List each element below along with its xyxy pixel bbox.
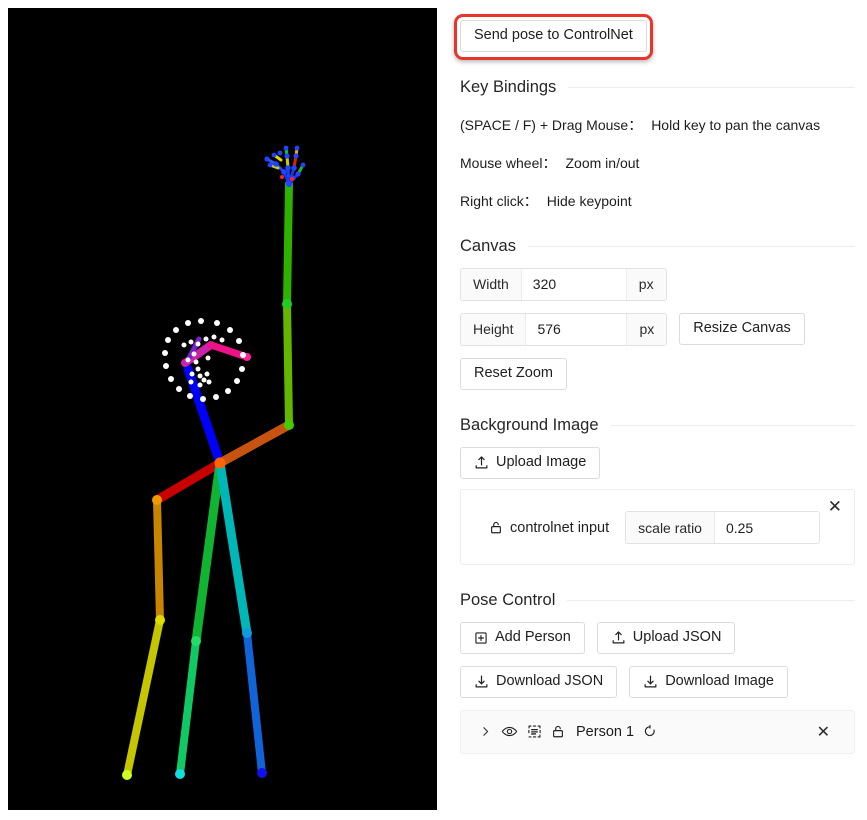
binding-separator: ： <box>628 116 643 133</box>
pose-actions-row-2: Download JSON Download Image <box>460 665 855 698</box>
canvas-header: Canvas <box>460 237 855 256</box>
binding-separator: ： <box>542 154 557 171</box>
upload-icon <box>474 455 489 470</box>
binding-separator: ： <box>523 192 538 209</box>
key-bindings-header: Key Bindings <box>460 78 855 97</box>
group-select-icon[interactable] <box>527 724 542 739</box>
upload-json-label: Upload JSON <box>632 628 722 645</box>
upload-image-row: Upload Image <box>460 446 855 479</box>
canvas-height-row: Height px Resize Canvas <box>460 312 855 346</box>
section-title: Key Bindings <box>460 77 557 96</box>
section-title: Pose Control <box>460 590 556 609</box>
person-list-item[interactable]: Person 1 ✕ <box>460 709 855 754</box>
width-input-group: Width px <box>460 267 667 301</box>
height-label: Height <box>461 313 527 345</box>
key-binding-row: Right click： Hide keypoint <box>460 191 855 211</box>
remove-background-image-button[interactable]: ✕ <box>826 496 844 517</box>
scale-ratio-input[interactable] <box>714 512 819 544</box>
key-bindings-list: (SPACE / F) + Drag Mouse： Hold key to pan… <box>460 115 855 211</box>
person-name: Person 1 <box>576 723 635 740</box>
canvas-height-input[interactable] <box>526 313 627 345</box>
key-binding-row: Mouse wheel： Zoom in/out <box>460 153 855 173</box>
binding-key: Right click <box>460 192 524 209</box>
upload-image-button[interactable]: Upload Image <box>460 446 601 479</box>
height-unit: px <box>626 313 667 345</box>
send-pose-wrapper: Send pose to ControlNet <box>454 14 653 60</box>
download-icon <box>643 674 658 689</box>
chevron-right-icon[interactable] <box>479 724 492 739</box>
section-title: Background Image <box>460 415 599 434</box>
plus-square-icon <box>474 631 488 645</box>
control-panel: Send pose to ControlNet Key Bindings (SP… <box>452 0 867 820</box>
scale-ratio-group: scale ratio <box>625 511 820 545</box>
binding-value: Hold key to pan the canvas <box>651 116 821 133</box>
upload-json-button[interactable]: Upload JSON <box>596 621 736 654</box>
download-image-button[interactable]: Download Image <box>629 665 789 698</box>
binding-key: (SPACE / F) + Drag Mouse <box>460 116 629 133</box>
pose-control-header: Pose Control <box>460 591 855 610</box>
pose-skeleton <box>8 8 437 810</box>
canvas-background <box>8 8 437 810</box>
add-person-button[interactable]: Add Person <box>460 621 585 654</box>
send-pose-to-controlnet-button[interactable]: Send pose to ControlNet <box>460 20 647 52</box>
pose-actions-row-1: Add Person Upload JSON <box>460 621 855 654</box>
width-unit: px <box>625 268 666 300</box>
divider <box>527 245 855 247</box>
divider <box>610 424 855 426</box>
remove-person-button[interactable]: ✕ <box>811 721 836 743</box>
section-title: Canvas <box>460 236 516 255</box>
binding-value: Zoom in/out <box>565 154 640 171</box>
canvas-width-row: Width px <box>460 267 855 301</box>
background-image-item: ✕ controlnet input scale ratio <box>460 488 855 565</box>
background-image-name-wrap: controlnet input <box>489 520 609 536</box>
width-label: Width <box>461 268 522 300</box>
download-json-button[interactable]: Download JSON <box>460 665 618 698</box>
eye-icon[interactable] <box>501 724 518 739</box>
upload-image-label: Upload Image <box>496 453 587 470</box>
add-person-label: Add Person <box>495 628 571 645</box>
pose-canvas[interactable] <box>8 8 437 810</box>
download-icon <box>474 674 489 689</box>
reset-zoom-button[interactable]: Reset Zoom <box>460 357 567 390</box>
background-image-header: Background Image <box>460 416 855 435</box>
download-json-label: Download JSON <box>496 672 604 689</box>
height-input-group: Height px <box>460 312 668 346</box>
unlock-icon[interactable] <box>551 724 565 739</box>
canvas-width-input[interactable] <box>521 268 626 300</box>
resize-canvas-button[interactable]: Resize Canvas <box>679 313 805 346</box>
binding-key: Mouse wheel <box>460 154 543 171</box>
key-binding-row: (SPACE / F) + Drag Mouse： Hold key to pan… <box>460 115 855 135</box>
reset-rotate-icon[interactable] <box>643 724 657 739</box>
divider <box>568 86 855 88</box>
binding-value: Hide keypoint <box>546 192 632 209</box>
reset-zoom-row: Reset Zoom <box>460 357 855 390</box>
divider <box>567 599 855 601</box>
upload-icon <box>611 630 626 645</box>
scale-ratio-label: scale ratio <box>626 512 715 544</box>
download-image-label: Download Image <box>665 672 775 689</box>
background-image-name: controlnet input <box>510 519 610 536</box>
unlock-icon[interactable] <box>489 520 503 535</box>
